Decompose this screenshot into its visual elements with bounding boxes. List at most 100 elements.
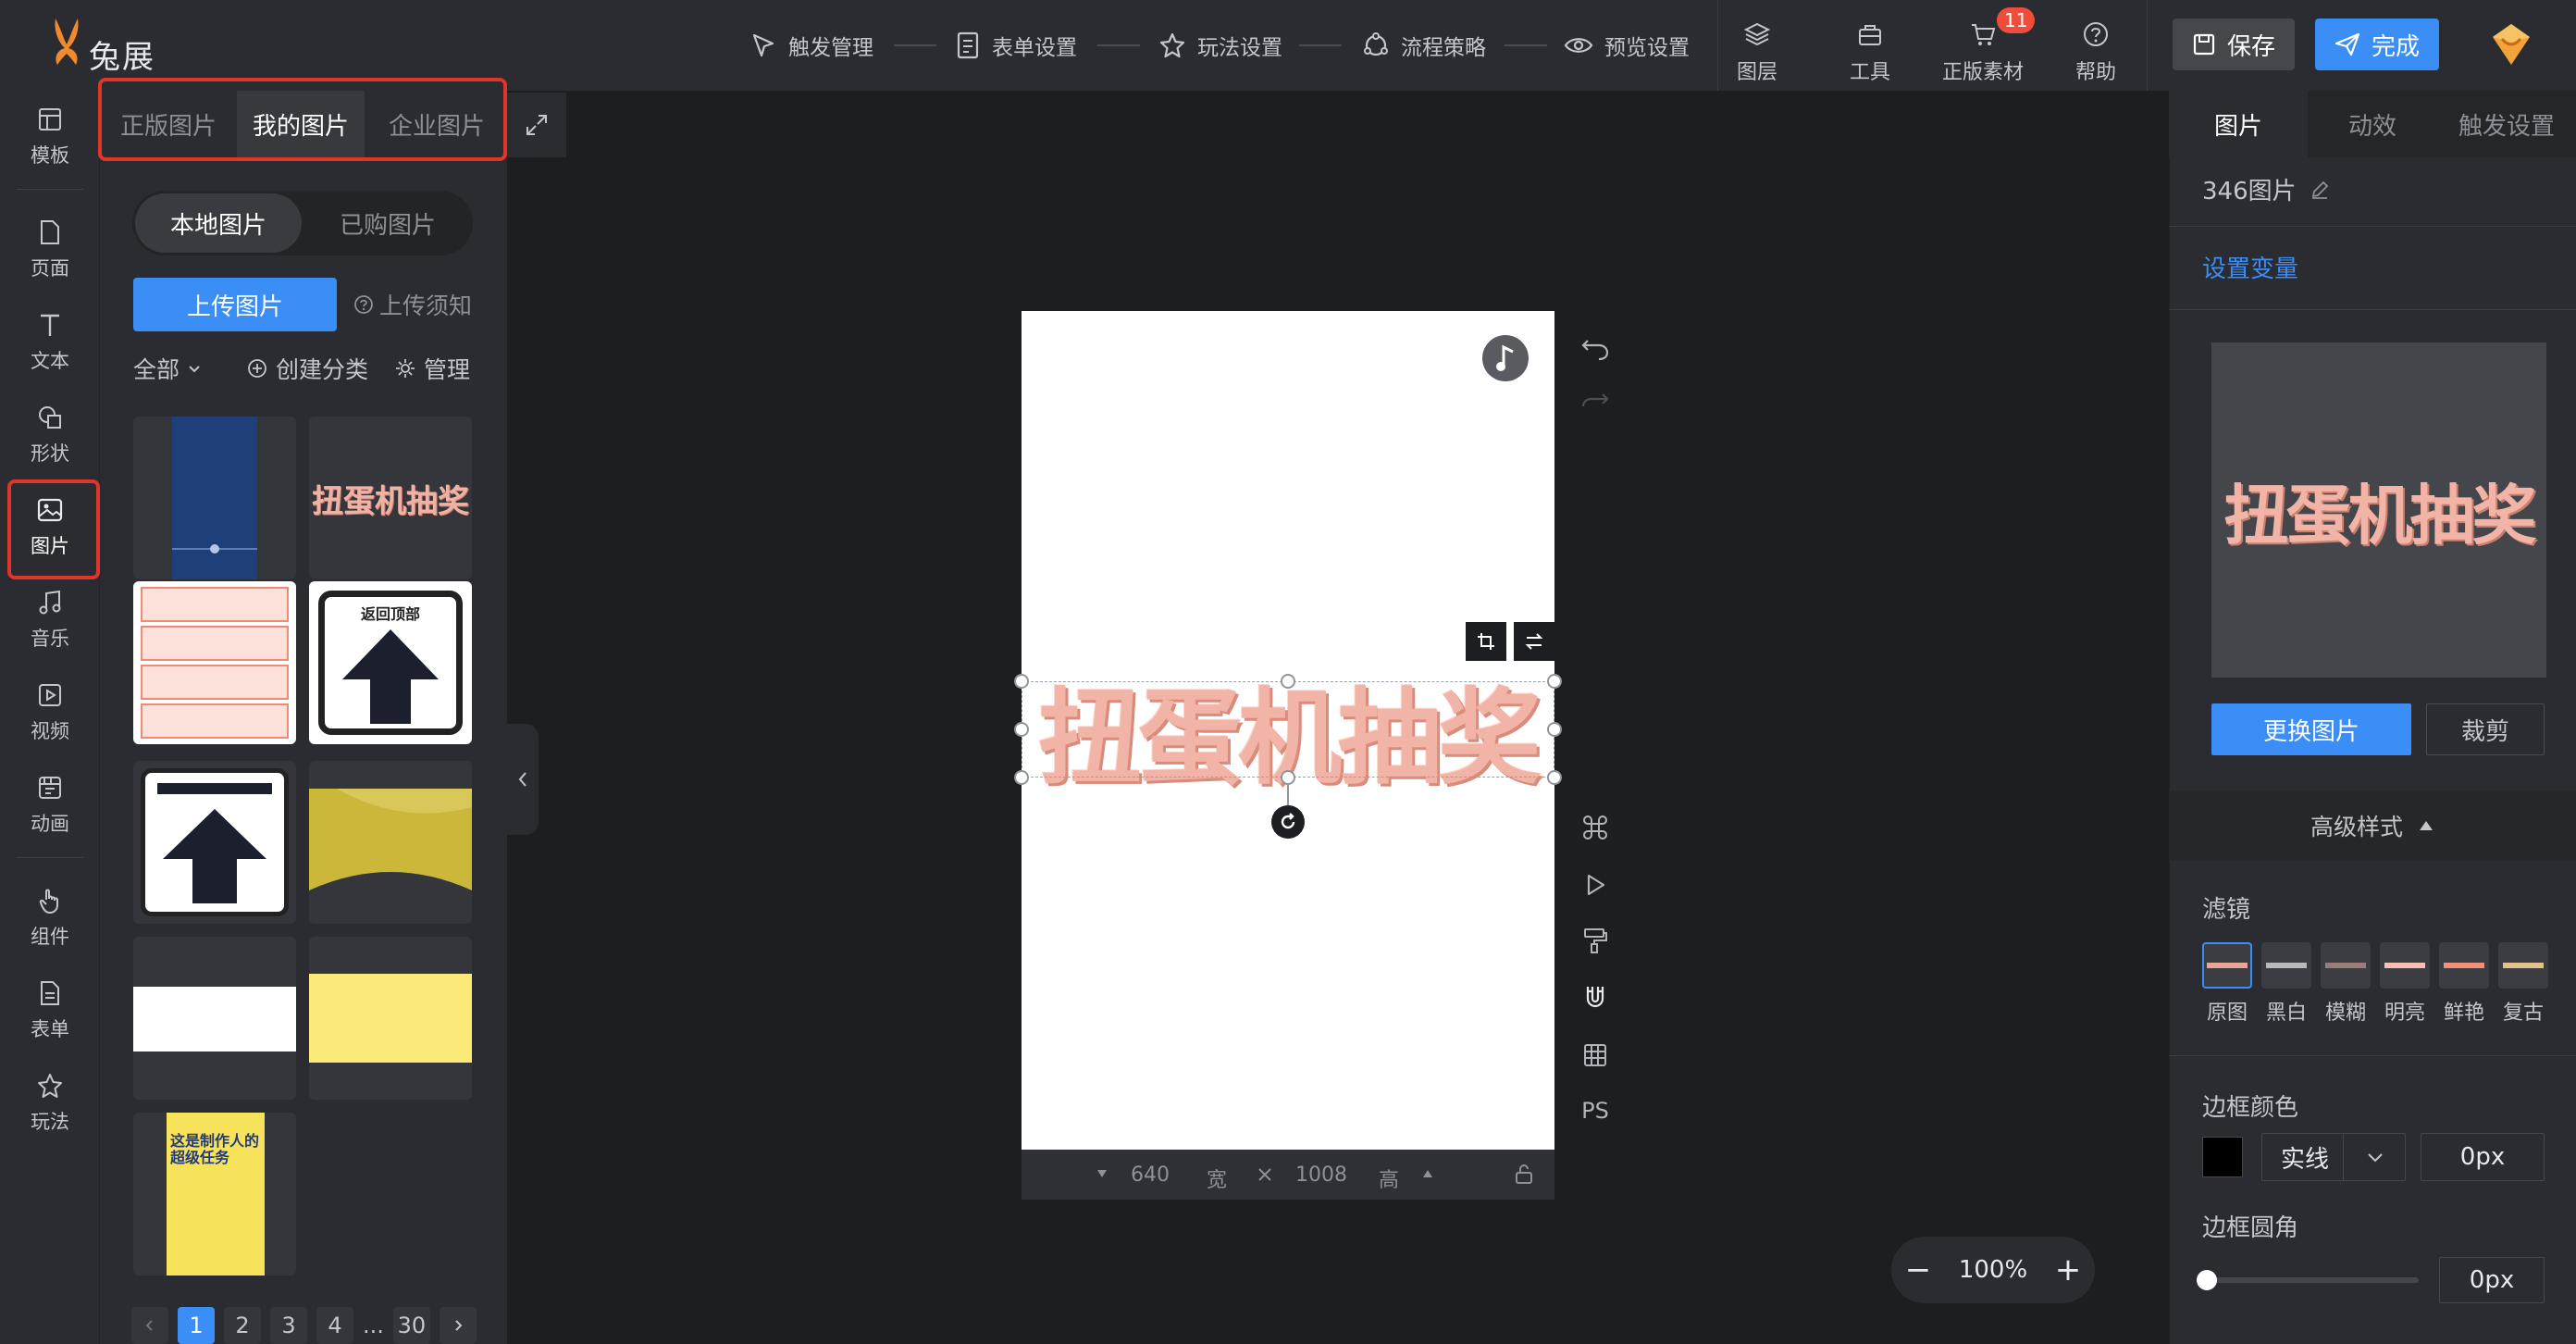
- image-thumbnail[interactable]: [309, 761, 472, 924]
- manage-button[interactable]: 管理: [394, 344, 470, 392]
- page-30-button[interactable]: 30: [392, 1307, 430, 1344]
- tab-animation[interactable]: 动效: [2308, 91, 2437, 157]
- rail-page[interactable]: 页面: [0, 205, 100, 294]
- resize-handle[interactable]: [1014, 722, 1029, 737]
- collapse-panel-button[interactable]: [507, 724, 539, 835]
- border-radius-slider[interactable]: [2202, 1277, 2419, 1283]
- resize-handle[interactable]: [1547, 674, 1562, 689]
- crop-button[interactable]: 裁剪: [2426, 703, 2545, 755]
- arrow-up-icon: [342, 629, 439, 724]
- canvas-height-value[interactable]: 1008: [1295, 1164, 1347, 1187]
- upload-image-button[interactable]: 上传图片: [133, 278, 337, 331]
- resize-handle[interactable]: [1547, 722, 1562, 737]
- caret-down-icon[interactable]: [1096, 1168, 1108, 1179]
- ps-button[interactable]: PS: [1575, 1090, 1616, 1131]
- nav-preview[interactable]: 预览设置: [1564, 0, 1690, 91]
- segment-purchased-images[interactable]: 已购图片: [305, 193, 470, 253]
- tab-image[interactable]: 图片: [2169, 91, 2308, 157]
- image-thumbnail[interactable]: 扭蛋机抽奖: [309, 417, 472, 579]
- nav-form[interactable]: 表单设置: [955, 0, 1077, 91]
- redo-button[interactable]: [1575, 381, 1616, 422]
- filter-vintage[interactable]: [2498, 942, 2548, 989]
- replace-image-button[interactable]: 更换图片: [2211, 703, 2411, 755]
- done-label: 完成: [2371, 32, 2420, 61]
- user-avatar[interactable]: [2485, 19, 2537, 70]
- resize-handle[interactable]: [1281, 674, 1295, 689]
- image-thumbnail[interactable]: 这是制作人的超级任务: [133, 1113, 296, 1276]
- nav-flow[interactable]: 流程策略: [1362, 0, 1486, 91]
- background-music-button[interactable]: [1482, 335, 1529, 381]
- page-4-button[interactable]: 4: [316, 1307, 353, 1344]
- nav-trigger[interactable]: 触发管理: [749, 0, 873, 91]
- rail-animation[interactable]: 动画: [0, 761, 100, 850]
- rail-text[interactable]: 文本: [0, 298, 100, 387]
- crop-image-button[interactable]: [1466, 622, 1506, 661]
- filter-original[interactable]: [2202, 942, 2252, 989]
- zoom-out-button[interactable]: −: [1905, 1251, 1932, 1288]
- border-width-input[interactable]: 0px: [2421, 1133, 2545, 1181]
- resize-handle[interactable]: [1547, 770, 1562, 785]
- save-button[interactable]: 保存: [2173, 19, 2295, 70]
- page-2-button[interactable]: 2: [224, 1307, 261, 1344]
- tool-layers[interactable]: 图层: [1706, 9, 1808, 85]
- done-button[interactable]: 完成: [2315, 19, 2439, 70]
- border-radius-input[interactable]: 0px: [2439, 1257, 2545, 1303]
- set-variable-link[interactable]: 设置变量: [2202, 250, 2298, 284]
- nav-gameplay[interactable]: 玩法设置: [1158, 0, 1282, 91]
- image-thumbnail[interactable]: [133, 761, 296, 924]
- rail-shape[interactable]: 形状: [0, 391, 100, 479]
- image-thumbnail[interactable]: [133, 417, 296, 579]
- animation-icon: [39, 777, 61, 799]
- image-thumbnail[interactable]: [133, 581, 296, 744]
- zoom-in-button[interactable]: +: [2055, 1251, 2082, 1288]
- border-radius-slider-thumb[interactable]: [2197, 1270, 2217, 1290]
- advanced-style-toggle[interactable]: 高级样式: [2169, 790, 2576, 861]
- grid-button[interactable]: [1575, 1035, 1616, 1076]
- filter-vivid[interactable]: [2439, 942, 2489, 989]
- category-filter-dropdown[interactable]: 全部: [133, 344, 202, 392]
- image-thumbnail[interactable]: 返回顶部: [309, 581, 472, 744]
- filter-bright[interactable]: [2380, 942, 2430, 989]
- prev-page-button[interactable]: [131, 1307, 168, 1344]
- upload-notice-link[interactable]: 上传须知: [353, 278, 472, 331]
- border-color-swatch[interactable]: [2202, 1137, 2243, 1177]
- next-page-button[interactable]: [439, 1307, 477, 1344]
- edit-pencil-icon[interactable]: [2310, 180, 2330, 200]
- rail-image[interactable]: 图片: [0, 483, 100, 572]
- segment-local-images[interactable]: 本地图片: [135, 193, 302, 253]
- canvas-width-value[interactable]: 640: [1131, 1164, 1170, 1187]
- caret-up-icon[interactable]: [1421, 1168, 1434, 1179]
- rail-template[interactable]: 模板: [0, 93, 100, 181]
- tool-help[interactable]: 帮助: [2045, 9, 2147, 85]
- filter-blur[interactable]: [2321, 942, 2371, 989]
- border-style-dropdown[interactable]: [2343, 1133, 2406, 1181]
- lock-icon[interactable]: [1514, 1163, 1534, 1185]
- music-icon: [39, 590, 61, 615]
- image-thumbnail[interactable]: [133, 937, 296, 1100]
- tool-toolbox[interactable]: 工具: [1819, 9, 1921, 85]
- play-preview-button[interactable]: [1575, 865, 1616, 905]
- rotate-handle[interactable]: [1271, 805, 1305, 839]
- expand-panel-button[interactable]: [507, 93, 566, 157]
- create-category-button[interactable]: 创建分类: [246, 344, 368, 392]
- image-thumbnail[interactable]: [309, 937, 472, 1100]
- swap-image-button[interactable]: [1514, 622, 1554, 661]
- rail-video[interactable]: 视频: [0, 668, 100, 757]
- tab-trigger-settings[interactable]: 触发设置: [2437, 91, 2576, 157]
- page-3-button[interactable]: 3: [270, 1307, 307, 1344]
- close-icon: [1258, 1168, 1271, 1181]
- resize-handle[interactable]: [1014, 674, 1029, 689]
- filter-black-white[interactable]: [2261, 942, 2311, 989]
- undo-button[interactable]: [1575, 328, 1616, 368]
- magnet-snap-button[interactable]: [1575, 977, 1616, 1018]
- rail-form[interactable]: 表单: [0, 966, 100, 1055]
- rail-music[interactable]: 音乐: [0, 576, 100, 665]
- rail-gameplay[interactable]: 玩法: [0, 1059, 100, 1148]
- format-brush-button[interactable]: [1575, 920, 1616, 961]
- rail-component[interactable]: 组件: [0, 874, 100, 963]
- text-icon: [41, 314, 59, 336]
- page-1-button[interactable]: 1: [178, 1307, 215, 1344]
- resize-handle[interactable]: [1281, 770, 1295, 785]
- shortcut-button[interactable]: [1575, 807, 1616, 848]
- resize-handle[interactable]: [1014, 770, 1029, 785]
